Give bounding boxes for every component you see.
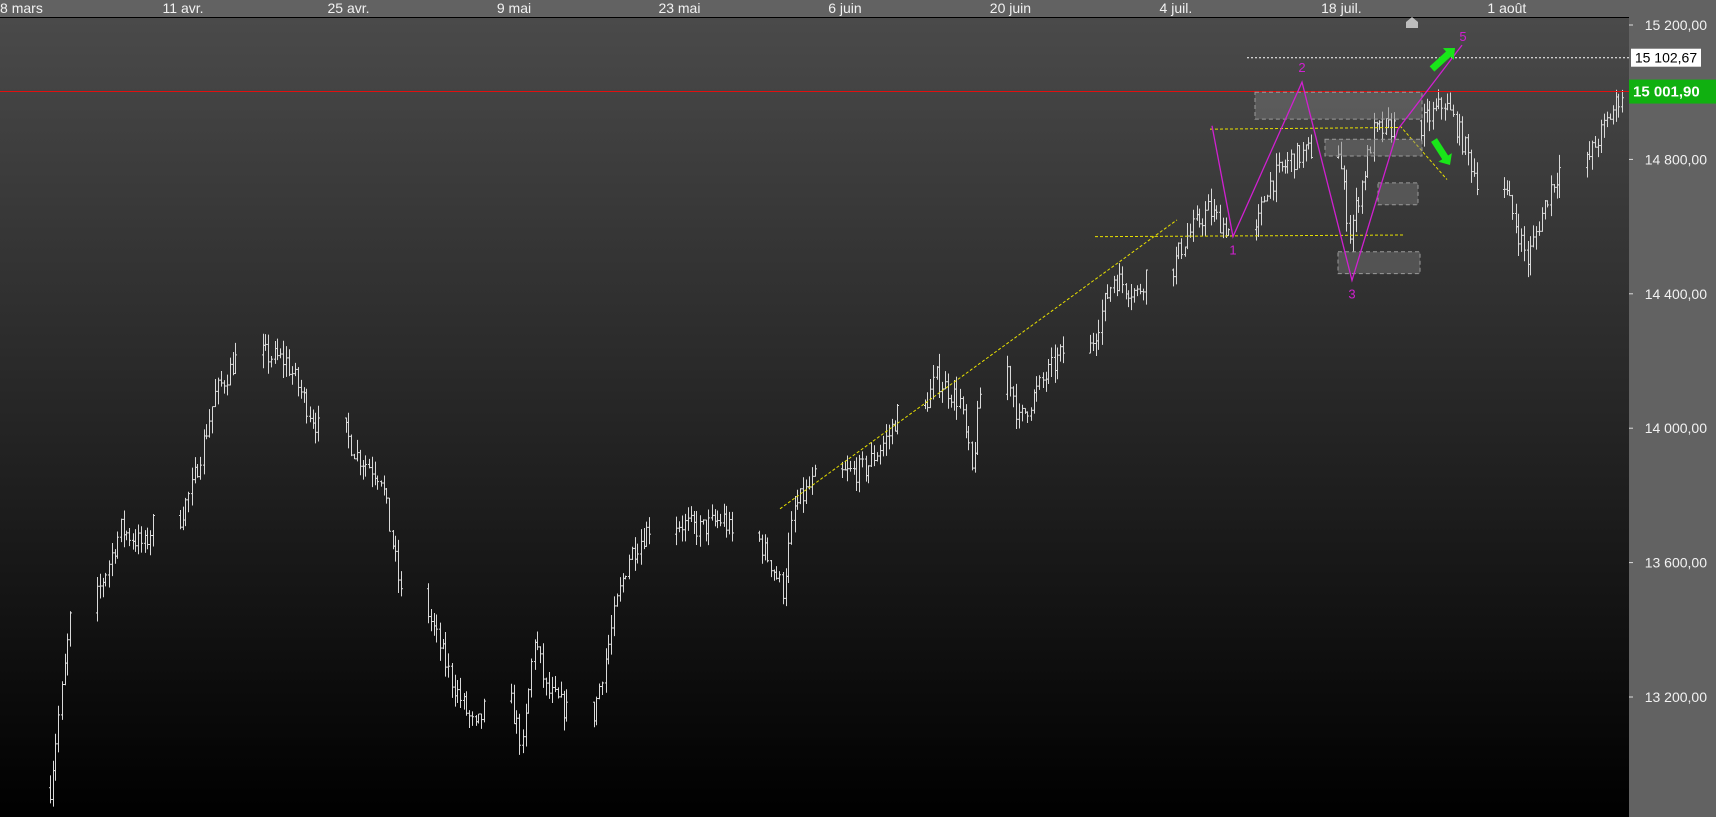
y-tick-label: 14 000,00 [1645,420,1707,436]
x-tick-label: 6 juin [828,0,861,16]
last-price-label: 15 001,90 [1633,84,1700,101]
x-tick-label: 11 avr. [163,0,204,16]
order-zone [1377,182,1419,206]
order-zone [1254,91,1423,120]
x-tick-label: 4 juil. [1160,0,1193,16]
y-tick-label: 13 600,00 [1645,555,1707,571]
x-tick-label: 9 mai [497,0,531,16]
wave-label: 5 [1459,29,1466,44]
order-zone [1324,138,1423,157]
x-tick-label: 20 juin [990,0,1031,16]
y-tick-label: 13 200,00 [1645,689,1707,705]
order-zone [1337,251,1421,275]
price-chart: 1 2 3 5 28 mars 11 avr. 25 avr. 9 mai 23 mai 6 j… [0,0,1716,817]
x-tick-label: 18 juil. [1321,0,1361,16]
x-tick-label: 28 mars [0,0,43,16]
y-tick-label: 14 800,00 [1645,151,1707,167]
x-tick-label: 25 avr. [327,0,369,16]
chart-canvas: 1 2 3 5 28 mars 11 avr. 25 avr. 9 mai 23 mai 6 j… [0,0,1716,817]
x-tick-label: 1 août [1487,0,1526,16]
target-price-label: 15 102,67 [1635,50,1697,66]
x-tick-label: 23 mai [658,0,700,16]
y-tick-label: 14 400,00 [1645,286,1707,302]
wave-label: 2 [1298,60,1305,75]
wave-label: 1 [1229,243,1236,258]
y-tick-label: 15 200,00 [1645,17,1707,33]
wave-label: 3 [1348,286,1355,301]
plot-area [0,18,1629,817]
